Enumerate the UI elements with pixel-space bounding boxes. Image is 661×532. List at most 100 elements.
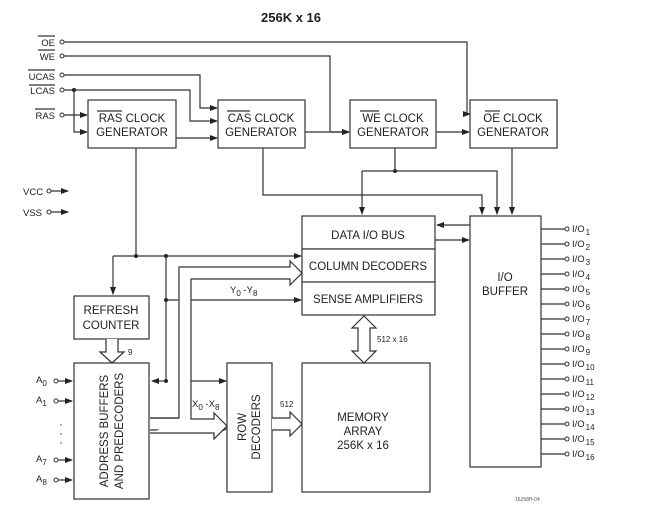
io-pin: I/O3: [541, 254, 591, 267]
oe-bar-text: OE: [483, 113, 500, 125]
array-bidir-bus: [350, 315, 378, 364]
pin-circle: [59, 112, 65, 118]
io-pin-label: I/O11: [572, 374, 595, 387]
pin-circle: [564, 361, 570, 367]
decoders-text: DECODERS: [251, 394, 263, 460]
we-clock-generator: WE CLOCK GENERATOR: [349, 99, 437, 149]
block-diagram: 256K x 16 OE WE UCAS LCAS RAS RAS CLOCK …: [23, 10, 595, 503]
io-pin-label: I/O12: [572, 389, 595, 402]
wire-we-to-io: [362, 170, 500, 215]
pin-circle: [564, 286, 570, 292]
pin-lcas: LCAS: [29, 84, 65, 97]
wire-lcas-ras: [73, 90, 88, 135]
counter-text: COUNTER: [83, 320, 140, 332]
svg-text:WE CLOCK: WE CLOCK: [362, 113, 424, 125]
refresh-width-label: 9: [128, 348, 133, 357]
oe-generator-text: GENERATOR: [477, 127, 549, 139]
io-pin-label: I/O15: [572, 434, 595, 447]
pin-circle: [564, 331, 570, 337]
array-width-label: 512 x 16: [377, 335, 408, 344]
io-buffer-block: I/O BUFFER: [469, 215, 542, 468]
io-pin: I/O16: [541, 449, 595, 462]
pin-circle: [564, 451, 570, 457]
row-bus-arrow: [272, 410, 303, 438]
ras-bar-text: RAS: [99, 113, 123, 125]
y-address-bus: [150, 259, 303, 419]
pin-circle: [564, 256, 570, 262]
row-decoders-block: ROW DECODERS: [226, 362, 273, 493]
io-pin-label: I/O8: [572, 329, 591, 342]
address-pin: A0: [36, 375, 73, 388]
ras-clock-text: CLOCK: [122, 113, 165, 125]
io-pin-label: I/O16: [572, 449, 595, 462]
row-width-label: 512: [280, 400, 294, 409]
pin-circle: [564, 376, 570, 382]
io-pin: I/O9: [541, 344, 591, 357]
io-pin: I/O4: [541, 269, 591, 282]
pin-we: WE: [38, 49, 65, 63]
ras-clock-generator: RAS CLOCK GENERATOR: [87, 99, 177, 149]
pin-circle: [564, 391, 570, 397]
sense-amplifiers-text: SENSE AMPLIFIERS: [313, 294, 423, 306]
address-buffers-text: ADDRESS BUFFERS: [99, 374, 111, 487]
pin-circle: [564, 421, 570, 427]
pin-ucas: UCAS: [28, 69, 65, 83]
io-pin-label: I/O9: [572, 344, 591, 357]
pin-ucas-label: UCAS: [29, 72, 55, 83]
vcc-label: VCC: [23, 187, 43, 198]
address-pins: A0 A1 A7 A8: [36, 375, 73, 487]
io-pin-label: I/O14: [572, 419, 595, 432]
pin-circle: [59, 53, 65, 59]
predecoders-text: AND PREDECODERS: [114, 373, 126, 490]
ellipsis-dot: ·: [59, 437, 63, 449]
sense-amplifiers-block: SENSE AMPLIFIERS: [301, 281, 436, 316]
cas-clock-generator: CAS CLOCK GENERATOR: [217, 99, 306, 149]
ras-generator-text: GENERATOR: [96, 127, 168, 139]
io-pin: I/O2: [541, 239, 591, 252]
pin-circle: [59, 87, 65, 93]
vss-label: VSS: [23, 208, 42, 219]
address-pin: A8: [36, 474, 73, 487]
array-size-text: 256K x 16: [337, 440, 389, 452]
pin-circle: [46, 209, 52, 215]
pin-circle: [46, 188, 52, 194]
refresh-text: REFRESH: [84, 305, 139, 317]
we-bar-text: WE: [362, 113, 381, 125]
array-text: ARRAY: [344, 426, 383, 438]
pin-circle: [53, 477, 59, 483]
pin-circle: [564, 406, 570, 412]
row-text: ROW: [237, 413, 249, 441]
oe-clock-text: CLOCK: [500, 113, 543, 125]
pin-circle: [53, 378, 59, 384]
io-pin: I/O7: [541, 314, 591, 327]
pin-circle: [564, 301, 570, 307]
pin-vss: VSS: [23, 208, 69, 219]
y-range-label: Y0 -Y8: [230, 285, 258, 298]
svg-text:OE CLOCK: OE CLOCK: [483, 113, 543, 125]
io-pin-label: I/O6: [572, 299, 591, 312]
io-pin: I/O13: [541, 404, 595, 417]
x-range-label: X0 -X8: [192, 399, 220, 412]
io-pin-label: I/O3: [572, 254, 591, 267]
pin-ras: RAS: [35, 108, 65, 122]
refresh-bus-arrow: [98, 339, 126, 364]
pin-circle: [564, 241, 570, 247]
pin-vcc: VCC: [23, 187, 69, 198]
io-pin-label: I/O2: [572, 239, 591, 252]
io-pin: I/O11: [541, 374, 595, 387]
io-pins: I/O1 I/O2 I/O3 I/O4 I/O5 I/O6 I/O7 I/O8 I/O9 I/O1…: [541, 224, 595, 462]
io-pin: I/O15: [541, 434, 595, 447]
memory-text: MEMORY: [337, 412, 389, 424]
pin-circle: [564, 316, 570, 322]
pin-circle: [564, 436, 570, 442]
svg-text:RAS CLOCK: RAS CLOCK: [99, 113, 166, 125]
address-pin-label: A0: [36, 375, 47, 388]
we-generator-text: GENERATOR: [357, 127, 429, 139]
cas-clock-text: CLOCK: [251, 113, 294, 125]
io-pin: I/O1: [541, 224, 591, 237]
svg-text:CAS CLOCK: CAS CLOCK: [228, 113, 295, 125]
cas-generator-text: GENERATOR: [225, 127, 297, 139]
pin-ras-label: RAS: [35, 111, 55, 122]
io-pin: I/O8: [541, 329, 591, 342]
address-pin-label: A1: [36, 395, 47, 408]
